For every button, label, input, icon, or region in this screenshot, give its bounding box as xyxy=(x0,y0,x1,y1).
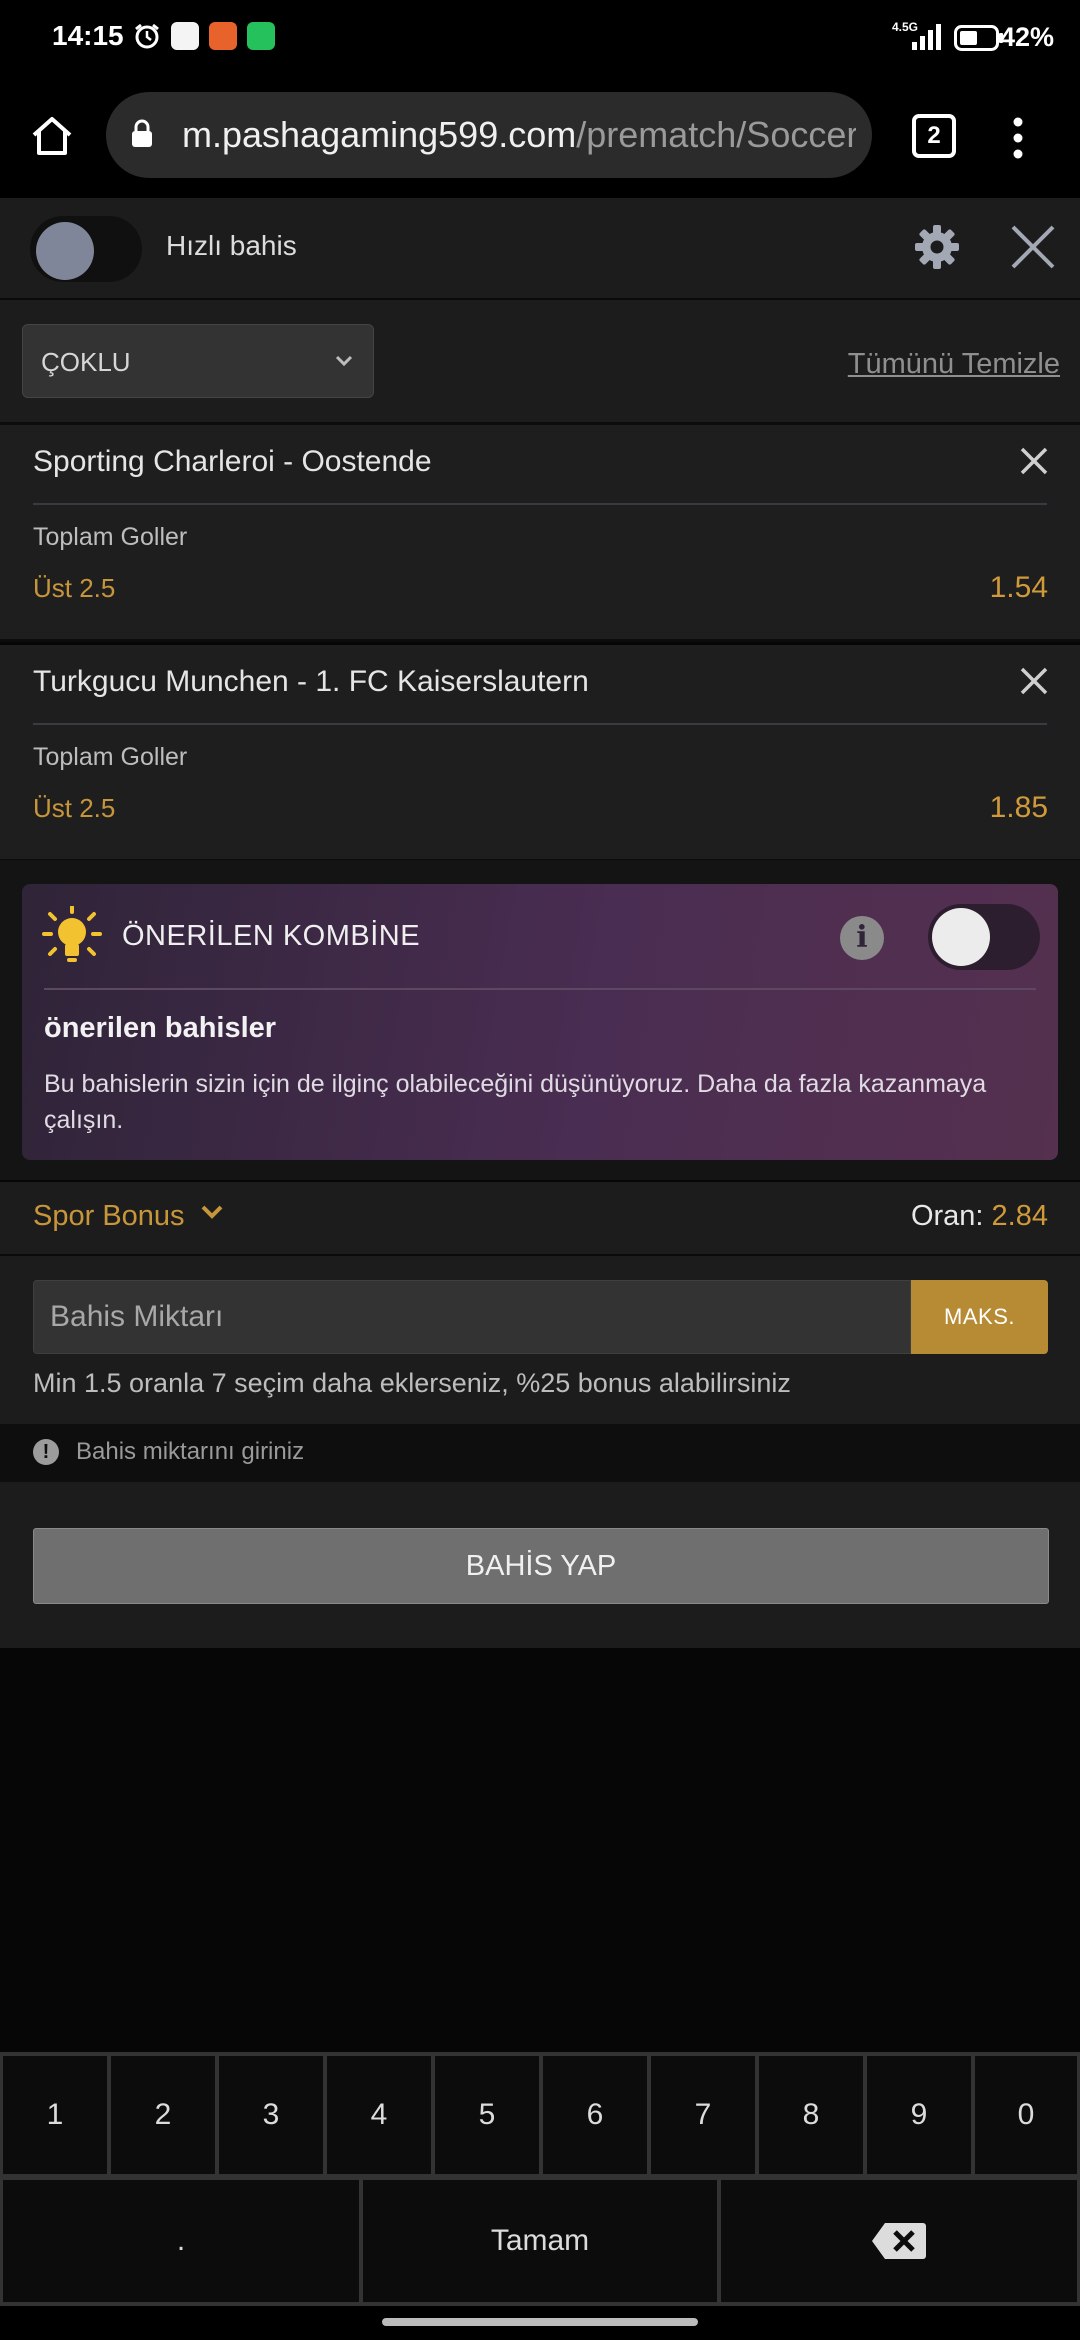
quick-bet-label: Hızlı bahis xyxy=(166,230,297,261)
app-notification-icon xyxy=(209,22,237,50)
key-done[interactable]: Tamam xyxy=(363,2180,717,2302)
overflow-menu-icon[interactable] xyxy=(1012,116,1024,160)
app-notification-icon xyxy=(171,22,199,50)
bet-type-dropdown[interactable]: ÇOKLU xyxy=(22,324,374,398)
selection-odd: 1.85 xyxy=(989,791,1048,824)
divider xyxy=(44,988,1036,990)
gesture-nav-bar xyxy=(0,2306,1080,2340)
whatsapp-icon xyxy=(247,22,275,50)
tab-switcher-button[interactable]: 2 xyxy=(912,114,956,158)
key-6[interactable]: 6 xyxy=(543,2056,647,2174)
bet-type-selected: ÇOKLU xyxy=(41,347,131,377)
key-9[interactable]: 9 xyxy=(867,2056,971,2174)
alarm-icon xyxy=(135,23,159,49)
battery-icon xyxy=(954,25,1003,51)
key-7[interactable]: 7 xyxy=(651,2056,755,2174)
close-icon[interactable] xyxy=(1010,224,1056,270)
bet-slip-item: Sporting Charleroi - Oostende Toplam Gol… xyxy=(0,425,1080,642)
match-title: Sporting Charleroi - Oostende xyxy=(33,445,432,478)
match-title: Turkgucu Munchen - 1. FC Kaiserslautern xyxy=(33,665,589,698)
backspace-icon xyxy=(872,2223,926,2259)
browser-toolbar: m.pashagaming599.com/prematch/Soccer 2 xyxy=(0,78,1080,198)
remove-bet-icon[interactable] xyxy=(1018,445,1050,477)
warning-text: Bahis miktarını giriniz xyxy=(76,1438,305,1465)
recommended-section: ÖNERİLEN KOMBİNE i önerilen bahisler Bu … xyxy=(0,860,1080,1180)
place-bet-section: BAHİS YAP xyxy=(0,1482,1080,1648)
sport-bonus-toggle[interactable]: Spor Bonus xyxy=(33,1200,185,1233)
bonus-hint: Min 1.5 oranla 7 seçim daha eklerseniz, … xyxy=(33,1368,791,1398)
status-time: 14:15 xyxy=(52,20,124,51)
market-name: Toplam Goller xyxy=(33,523,188,551)
key-dot[interactable]: . xyxy=(3,2180,359,2302)
chevron-down-icon[interactable] xyxy=(200,1204,224,1220)
key-4[interactable]: 4 xyxy=(327,2056,431,2174)
selection-name: Üst 2.5 xyxy=(33,573,116,603)
divider xyxy=(33,503,1047,505)
stake-section: MAKS. Min 1.5 oranla 7 seçim daha eklers… xyxy=(0,1256,1080,1424)
key-backspace[interactable] xyxy=(721,2180,1077,2302)
remove-bet-icon[interactable] xyxy=(1018,665,1050,697)
recommended-toggle[interactable] xyxy=(928,904,1040,970)
bet-type-row: ÇOKLU Tümünü Temizle xyxy=(0,300,1080,425)
bet-slip-item: Turkgucu Munchen - 1. FC Kaiserslautern … xyxy=(0,645,1080,862)
info-icon[interactable]: i xyxy=(840,916,884,960)
key-5[interactable]: 5 xyxy=(435,2056,539,2174)
numeric-keyboard: 1 2 3 4 5 6 7 8 9 0 . Tamam xyxy=(0,2052,1080,2306)
toggle-knob xyxy=(36,222,94,280)
battery-percent: 42% xyxy=(999,22,1054,52)
url-path: /prematch/Soccer xyxy=(576,114,856,155)
home-indicator[interactable] xyxy=(382,2318,698,2326)
odds-label: Oran: xyxy=(910,1200,984,1232)
home-icon[interactable] xyxy=(30,114,74,158)
key-0[interactable]: 0 xyxy=(975,2056,1077,2174)
quick-bet-toggle[interactable] xyxy=(30,216,142,282)
alert-icon: ! xyxy=(33,1439,59,1465)
warning-row: ! Bahis miktarını giriniz xyxy=(0,1424,1080,1482)
lightbulb-icon xyxy=(42,906,102,962)
max-stake-button[interactable]: MAKS. xyxy=(911,1280,1048,1354)
total-odds: Oran: 2.84 xyxy=(911,1200,1048,1233)
bonus-row: Spor Bonus Oran: 2.84 xyxy=(0,1182,1080,1256)
status-bar: 14:15 4.5G 42% xyxy=(0,0,1080,78)
quick-bet-row: Hızlı bahis xyxy=(0,198,1080,300)
lock-icon xyxy=(132,119,152,147)
market-name: Toplam Goller xyxy=(33,743,188,771)
recommended-combo-card: ÖNERİLEN KOMBİNE i önerilen bahisler Bu … xyxy=(22,884,1058,1160)
selection-name: Üst 2.5 xyxy=(33,793,116,823)
address-bar[interactable]: m.pashagaming599.com/prematch/Soccer xyxy=(106,92,872,178)
key-8[interactable]: 8 xyxy=(759,2056,863,2174)
selection-odd: 1.54 xyxy=(989,571,1048,604)
chevron-down-icon xyxy=(335,355,353,367)
stake-input[interactable] xyxy=(33,1280,911,1354)
key-3[interactable]: 3 xyxy=(219,2056,323,2174)
gear-icon[interactable] xyxy=(914,224,960,270)
url-host: m.pashagaming599.com xyxy=(182,114,577,155)
key-1[interactable]: 1 xyxy=(3,2056,107,2174)
toggle-knob xyxy=(932,908,990,966)
url-text: m.pashagaming599.com/prematch/Soccer xyxy=(182,114,856,156)
key-2[interactable]: 2 xyxy=(111,2056,215,2174)
divider xyxy=(33,723,1047,725)
recommended-subtitle: önerilen bahisler xyxy=(44,1012,277,1044)
signal-icon xyxy=(912,24,941,50)
place-bet-button[interactable]: BAHİS YAP xyxy=(33,1528,1049,1604)
recommended-title: ÖNERİLEN KOMBİNE xyxy=(122,920,421,952)
recommended-description: Bu bahislerin sizin için de ilginç olabi… xyxy=(44,1070,987,1134)
odds-value: 2.84 xyxy=(991,1200,1048,1232)
clear-all-link[interactable]: Tümünü Temizle xyxy=(848,348,1060,381)
